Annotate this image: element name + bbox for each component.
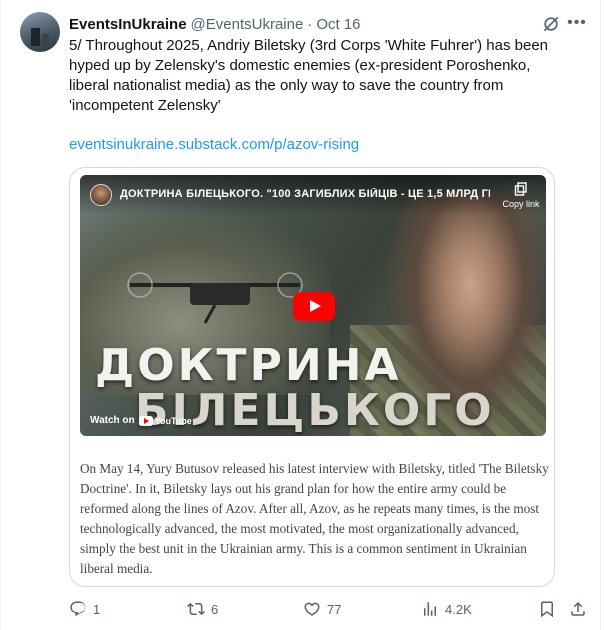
- copy-icon: [514, 182, 527, 196]
- youtube-logo: YouTube: [138, 415, 192, 426]
- share-button[interactable]: [569, 598, 587, 620]
- more-icon[interactable]: •••: [567, 14, 587, 34]
- bookmark-button[interactable]: [538, 598, 556, 620]
- play-button[interactable]: [293, 292, 335, 321]
- views-button[interactable]: 4.2K: [421, 598, 472, 620]
- reply-count: 1: [93, 601, 101, 617]
- divider-right: [600, 0, 601, 630]
- bookmark-icon: [541, 601, 553, 618]
- heart-icon: [304, 602, 320, 616]
- video-title[interactable]: ДОКТРИНА БІЛЕЦЬКОГО. "100 ЗАГИБЛИХ БІЙЦІ…: [120, 188, 490, 200]
- tweet-header: EventsInUkraine @EventsUkraine · Oct 16: [69, 14, 361, 34]
- tweet-date[interactable]: Oct 16: [316, 16, 360, 33]
- avatar[interactable]: [20, 12, 60, 52]
- drone-image: [127, 272, 303, 324]
- tweet-text: 5/ Throughout 2025, Andriy Biletsky (3rd…: [69, 37, 549, 114]
- youtube-label: YouTube: [154, 415, 192, 426]
- grok-icon[interactable]: [541, 14, 561, 34]
- video-embed[interactable]: ДОКТРИНА БІЛЕЦЬКОГО. "100 ЗАГИБЛИХ БІЙЦІ…: [80, 175, 546, 436]
- tweet-article[interactable]: EventsInUkraine @EventsUkraine · Oct 16 …: [0, 0, 604, 630]
- divider-left: [0, 0, 1, 630]
- repost-count: 6: [211, 601, 219, 617]
- repost-icon: [187, 602, 205, 616]
- avatar-building-2: [42, 34, 49, 46]
- card-excerpt: On May 14, Yury Butusov released his lat…: [80, 461, 549, 576]
- avatar-building: [31, 28, 40, 46]
- reply-button[interactable]: 1: [69, 598, 100, 620]
- copy-link-button[interactable]: Copy link: [500, 182, 542, 209]
- repost-button[interactable]: 6: [187, 598, 218, 620]
- thumbnail-title-line2: БІЛЕЦЬКОГО: [135, 385, 495, 436]
- user-handle[interactable]: @EventsUkraine: [191, 16, 304, 33]
- channel-avatar[interactable]: [90, 184, 112, 206]
- youtube-icon: [138, 415, 153, 426]
- like-button[interactable]: 77: [303, 598, 341, 620]
- tweet-link[interactable]: eventsinukraine.substack.com/p/azov-risi…: [69, 135, 359, 155]
- link-card[interactable]: ДОКТРИНА БІЛЕЦЬКОГО. "100 ЗАГИБЛИХ БІЙЦІ…: [69, 167, 555, 587]
- share-icon: [571, 601, 585, 616]
- copy-link-label: Copy link: [502, 199, 540, 209]
- thumbnail-title-line1: ДОКТРИНА: [95, 340, 402, 391]
- reply-icon: [70, 601, 86, 617]
- display-name[interactable]: EventsInUkraine: [69, 16, 187, 33]
- views-count: 4.2K: [445, 601, 472, 617]
- separator-dot: ·: [307, 15, 313, 33]
- views-icon: [424, 602, 436, 616]
- action-bar: 1 6 77 4.2K: [69, 598, 589, 620]
- watch-on-label: Watch on: [90, 415, 135, 426]
- watch-on-youtube[interactable]: Watch on YouTube: [90, 415, 192, 426]
- like-count: 77: [327, 601, 342, 617]
